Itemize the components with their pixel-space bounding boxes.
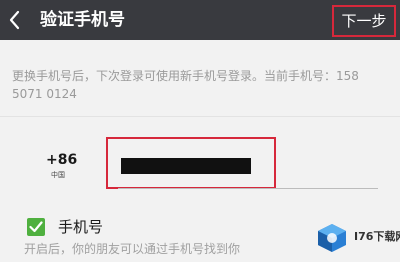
back-button[interactable]: [0, 0, 32, 40]
info-text: 更换手机号后，下次登录可使用新手机号登录。当前手机号：158 5071 0124: [12, 69, 359, 101]
checkbox-label: 手机号: [58, 218, 104, 236]
phone-number-input[interactable]: [106, 137, 276, 189]
input-underline: [118, 188, 378, 189]
country-name: 中国: [51, 171, 65, 179]
back-arrow-icon: [9, 10, 20, 30]
watermark: I76下载网: [312, 217, 400, 257]
top-bar: 验证手机号 下一步: [0, 0, 400, 40]
country-code[interactable]: +86: [46, 151, 77, 169]
watermark-text: I76下载网: [354, 230, 400, 243]
checkmark-icon: [29, 221, 43, 233]
page-title: 验证手机号: [40, 10, 125, 30]
next-step-button[interactable]: 下一步: [332, 5, 396, 37]
divider: [0, 116, 400, 117]
watermark-logo-icon: [318, 224, 346, 252]
phone-number-redaction: [121, 158, 251, 174]
phone-visible-checkbox[interactable]: [27, 218, 45, 236]
option-description: 开启后，你的朋友可以通过手机号找到你: [24, 242, 241, 256]
verify-phone-screen: 验证手机号 下一步 更换手机号后，下次登录可使用新手机号登录。当前手机号：158…: [0, 0, 400, 262]
